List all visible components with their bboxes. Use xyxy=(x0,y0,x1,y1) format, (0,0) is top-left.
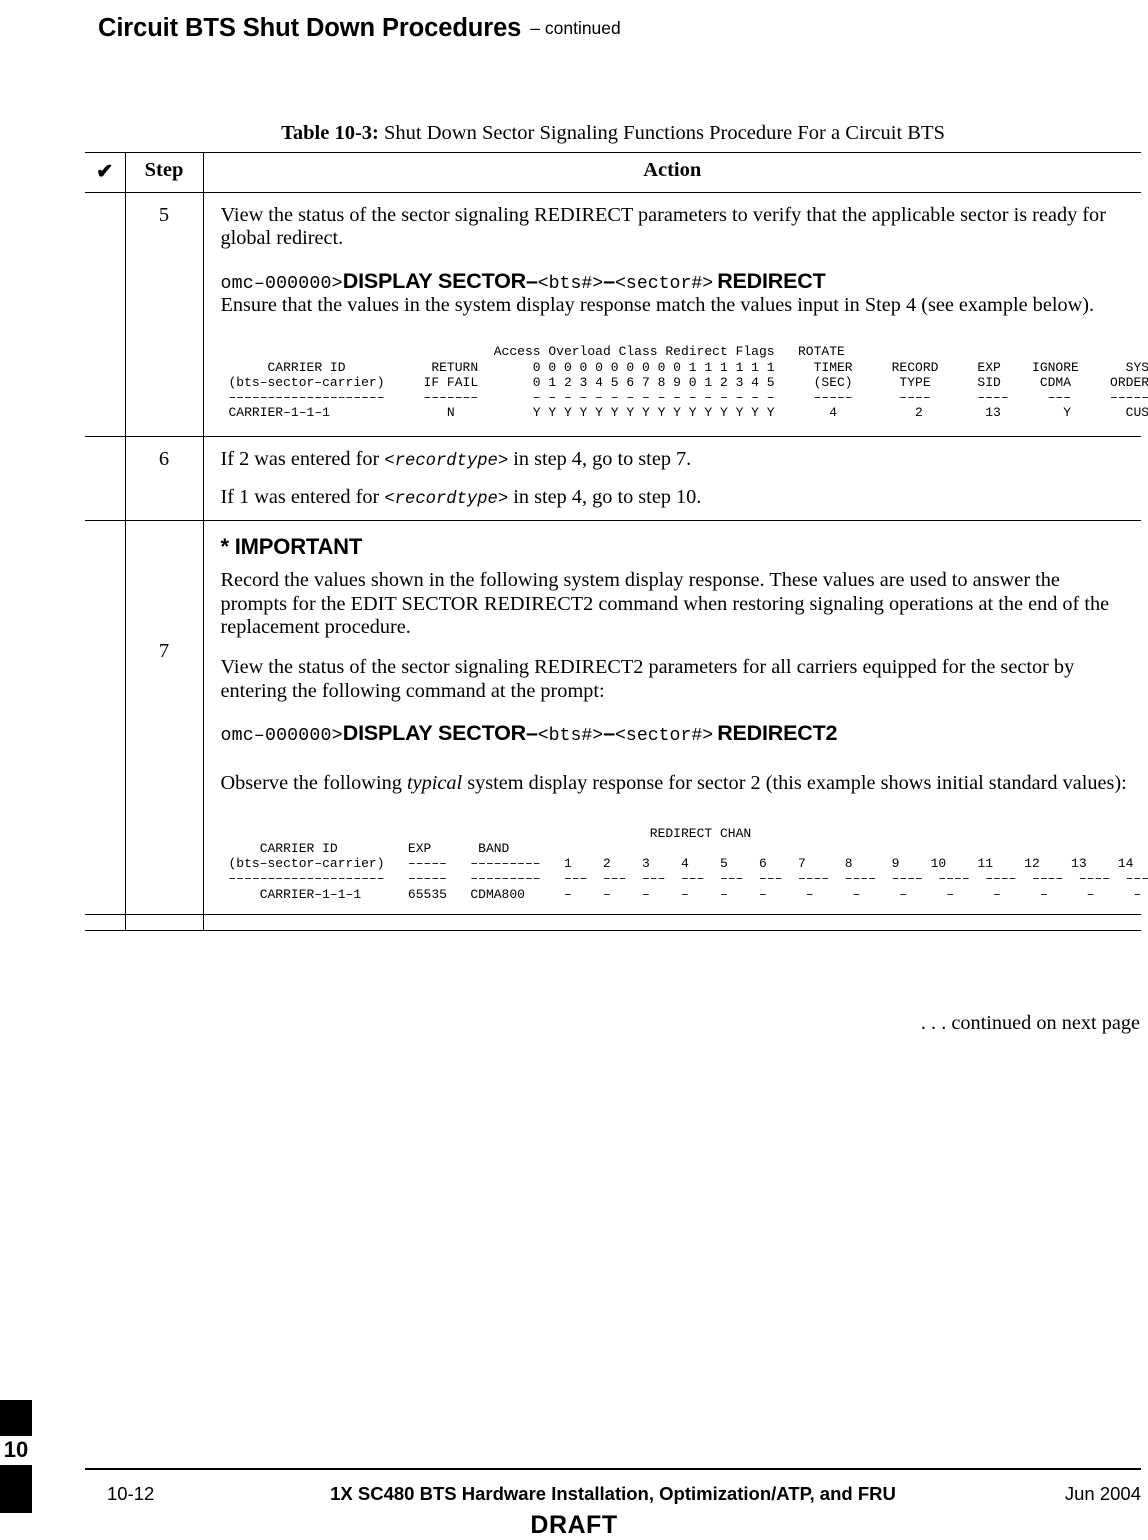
step-7-paragraph-2: Observe the following typical system dis… xyxy=(221,772,1128,795)
table-caption: Table 10-3: Shut Down Sector Signaling F… xyxy=(85,116,1141,153)
action-cell-step-7: * IMPORTANT Record the values shown in t… xyxy=(202,520,1148,915)
procedure-table: Table 10-3: Shut Down Sector Signaling F… xyxy=(85,116,1148,931)
step-6-line-1-prefix: If 2 was entered for xyxy=(220,448,385,471)
step-6-line-1: If 2 was entered for <recordtype> in ste… xyxy=(221,448,1128,472)
step-number-7: 7 xyxy=(158,640,170,663)
step-number-cell-7: 7 xyxy=(124,520,204,915)
spacer-action xyxy=(202,913,1141,931)
step-7-typical-emphasis: typical xyxy=(406,772,463,795)
step-6-recordtype-token-2: <recordtype> xyxy=(384,490,509,510)
step-6-line-2-prefix: If 1 was entered for xyxy=(220,486,385,509)
running-head-title: Circuit BTS Shut Down Procedures xyxy=(98,14,522,42)
table-caption-row: Table 10-3: Shut Down Sector Signaling F… xyxy=(85,116,1141,153)
checkbox-cell-step-7[interactable] xyxy=(85,520,126,915)
table-caption-number: Table 10-3: xyxy=(281,122,379,144)
command-separator: – xyxy=(603,721,615,746)
system-response-redirect2: REDIRECT CHAN CARRIER ID EXP BAND (bts–s… xyxy=(228,825,1148,902)
command-keyword-2: REDIRECT xyxy=(717,268,826,293)
command-keyword-1: DISPLAY SECTOR– xyxy=(342,721,538,746)
footer-date: Jun 2004 xyxy=(1064,1483,1141,1504)
step-6-recordtype-token-1: <recordtype> xyxy=(384,452,509,472)
system-response-redirect: Access Overload Class Redirect Flags ROT… xyxy=(228,344,1148,421)
checkbox-cell-step-6[interactable] xyxy=(85,436,126,522)
footer-rule xyxy=(85,1468,1141,1470)
step-6-line-2-suffix: in step 4, go to step 10. xyxy=(508,486,702,509)
chapter-thumb-tab-upper xyxy=(0,1400,32,1436)
step-7-paragraph-2-prefix: Observe the following xyxy=(220,772,407,795)
table-spacer-row xyxy=(85,913,1141,931)
command-placeholder-bts: <bts#> xyxy=(537,273,604,294)
chapter-number: 10 xyxy=(3,1437,29,1462)
command-keyword-2: REDIRECT2 xyxy=(717,721,838,746)
step-5-paragraph-1: View the status of the sector signaling … xyxy=(220,204,1106,250)
command-prompt: omc–000000> xyxy=(220,726,343,747)
column-header-step: Step xyxy=(124,152,204,193)
important-body: Record the values shown in the following… xyxy=(220,569,1110,638)
running-head-continued: – continued xyxy=(530,18,621,38)
command-separator: – xyxy=(603,268,615,293)
important-heading: * IMPORTANT xyxy=(220,534,363,560)
step-number-6: 6 xyxy=(124,436,204,522)
table-caption-text: Shut Down Sector Signaling Functions Pro… xyxy=(378,122,945,144)
column-header-action: Action xyxy=(202,152,1141,193)
table-row: 7 * IMPORTANT Record the values shown in… xyxy=(85,520,1148,915)
step-7-paragraph-1: View the status of the sector signaling … xyxy=(220,656,1075,702)
continued-on-next-page: . . . continued on next page xyxy=(920,1012,1140,1034)
table-row: 5 View the status of the sector signalin… xyxy=(85,191,1148,438)
command-prompt: omc–000000> xyxy=(220,273,343,294)
command-keyword-1: DISPLAY SECTOR– xyxy=(342,268,538,293)
spacer-step xyxy=(124,913,204,931)
command-placeholder-bts: <bts#> xyxy=(537,726,604,747)
page-top-rule xyxy=(0,0,1148,2)
draft-watermark: DRAFT xyxy=(530,1511,618,1539)
command-placeholder-sector: <sector#> xyxy=(614,273,714,294)
footer-document-title: 1X SC480 BTS Hardware Installation, Opti… xyxy=(330,1483,896,1504)
checkbox-cell-step-5[interactable] xyxy=(85,191,126,438)
step-5-paragraph-2: Ensure that the values in the system dis… xyxy=(220,293,1095,316)
chapter-thumb-tab-lower xyxy=(0,1465,32,1513)
running-head: Circuit BTS Shut Down Procedures – contin… xyxy=(98,14,1098,43)
step-number-5: 5 xyxy=(124,191,204,438)
table-header-row: ✔ Step Action xyxy=(85,152,1141,193)
step-7-paragraph-2-suffix: system display response for sector 2 (th… xyxy=(462,772,1127,795)
action-cell-step-5: View the status of the sector signaling … xyxy=(202,191,1148,438)
step-5-command-line: omc–000000>DISPLAY SECTOR–<bts#>–<sector… xyxy=(220,268,1128,294)
command-placeholder-sector: <sector#> xyxy=(614,726,714,747)
table-row: 6 If 2 was entered for <recordtype> in s… xyxy=(85,436,1141,522)
column-header-check: ✔ xyxy=(85,152,126,193)
step-7-command-line: omc–000000>DISPLAY SECTOR–<bts#>–<sector… xyxy=(220,721,1128,747)
spacer-check xyxy=(85,913,126,931)
step-6-line-1-suffix: in step 4, go to step 7. xyxy=(508,448,692,471)
action-cell-step-6: If 2 was entered for <recordtype> in ste… xyxy=(202,436,1141,522)
step-6-line-2: If 1 was entered for <recordtype> in ste… xyxy=(221,486,1128,510)
